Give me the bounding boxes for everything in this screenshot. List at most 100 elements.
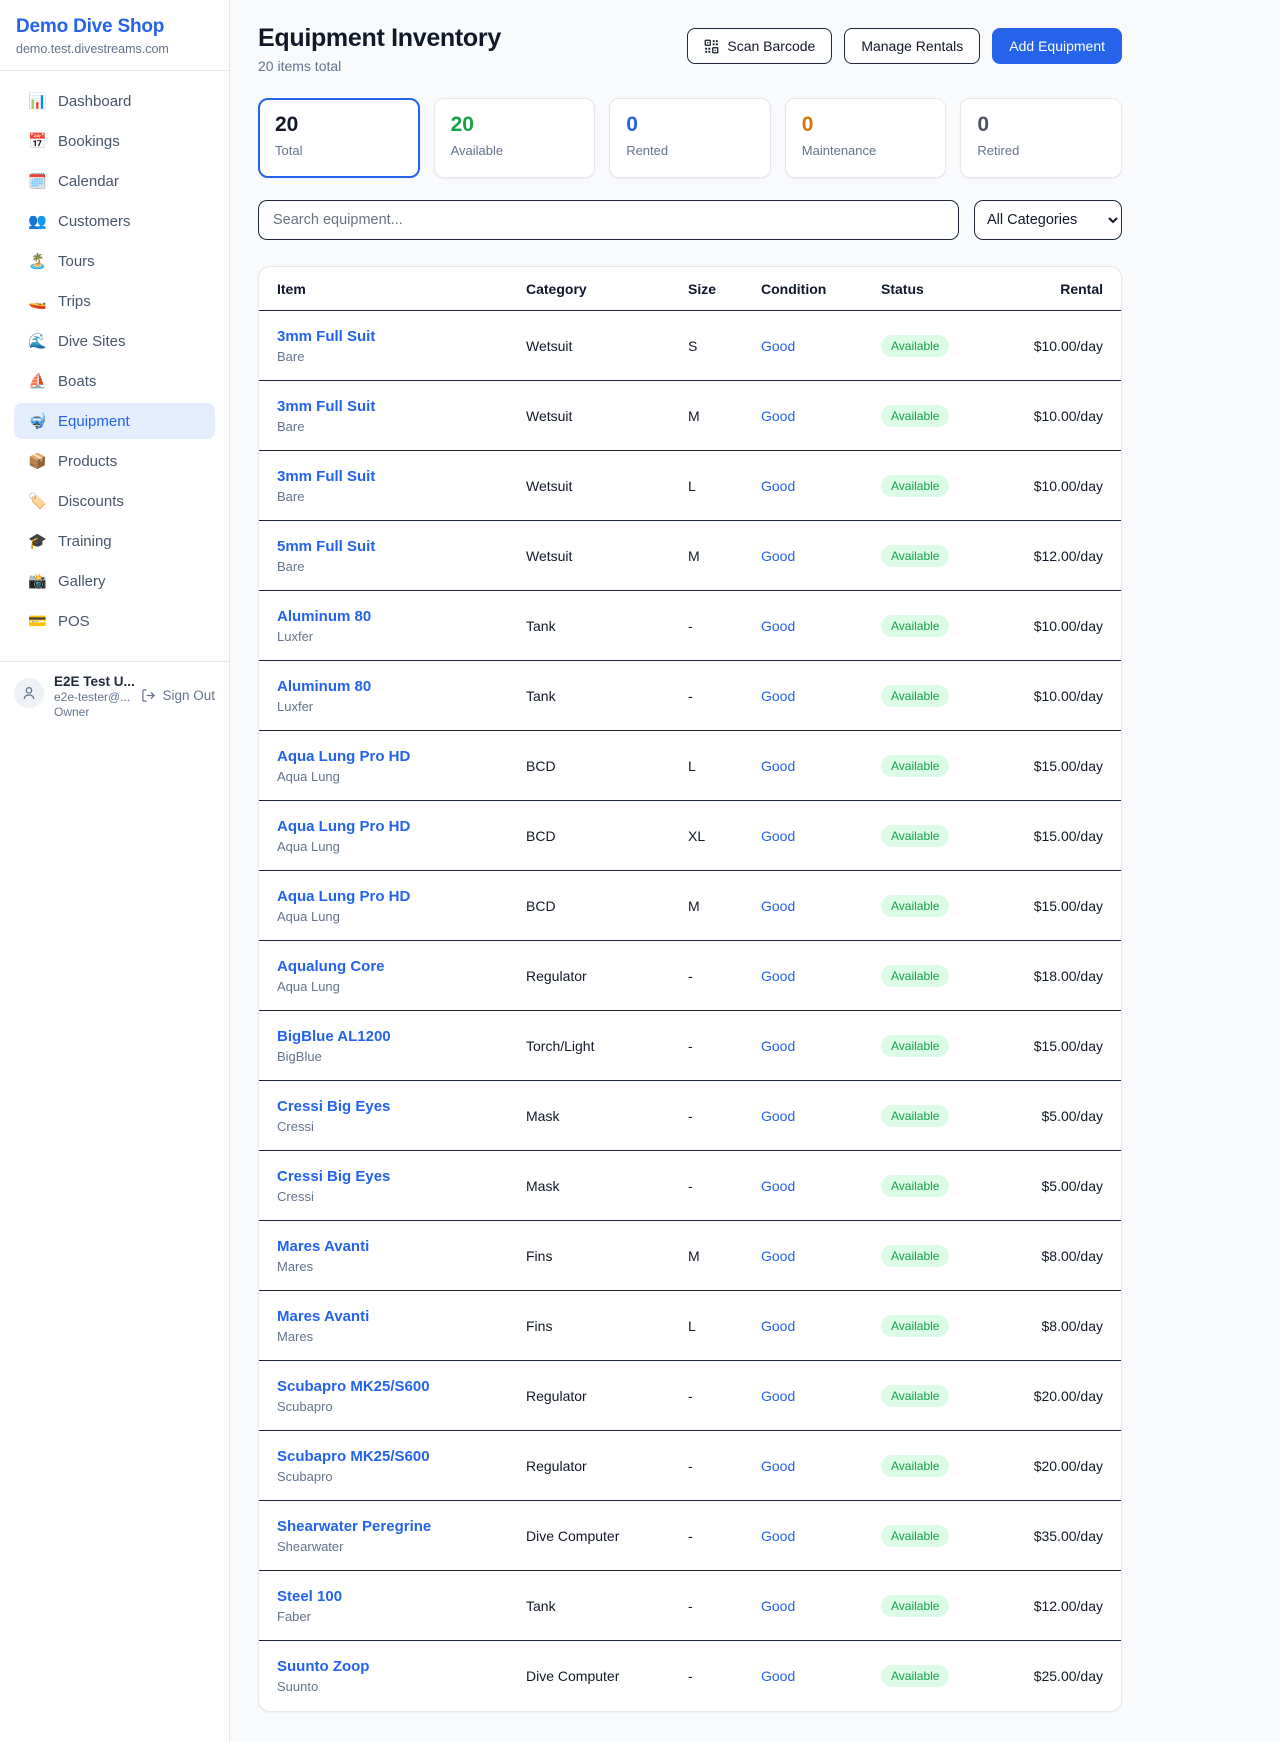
item-name-link[interactable]: Aluminum 80 xyxy=(277,608,526,625)
category-select[interactable]: All Categories xyxy=(974,200,1122,240)
sidebar-item-equipment[interactable]: 🤿 Equipment xyxy=(14,403,215,439)
item-condition-link[interactable]: Good xyxy=(761,1178,881,1194)
item-condition-link[interactable]: Good xyxy=(761,1598,881,1614)
table-row[interactable]: Mares Avanti Mares Fins L Good Available… xyxy=(259,1291,1121,1361)
table-row[interactable]: Shearwater Peregrine Shearwater Dive Com… xyxy=(259,1501,1121,1571)
item-category: Dive Computer xyxy=(526,1528,688,1544)
sidebar-item-boats[interactable]: ⛵ Boats xyxy=(14,363,215,399)
user-info: E2E Test U... e2e-tester@... Owner xyxy=(54,674,131,719)
item-name-link[interactable]: Aqua Lung Pro HD xyxy=(277,888,526,905)
scan-barcode-button[interactable]: Scan Barcode xyxy=(687,28,832,64)
item-name-link[interactable]: 3mm Full Suit xyxy=(277,328,526,345)
table-row[interactable]: Aluminum 80 Luxfer Tank - Good Available… xyxy=(259,661,1121,731)
item-condition-link[interactable]: Good xyxy=(761,758,881,774)
stat-card-maintenance[interactable]: 0 Maintenance xyxy=(785,98,947,178)
status-badge: Available xyxy=(881,1665,949,1687)
item-condition-link[interactable]: Good xyxy=(761,548,881,564)
item-name-link[interactable]: Aqua Lung Pro HD xyxy=(277,748,526,765)
item-name-link[interactable]: Aqua Lung Pro HD xyxy=(277,818,526,835)
table-row[interactable]: Scubapro MK25/S600 Scubapro Regulator - … xyxy=(259,1431,1121,1501)
sidebar-item-customers[interactable]: 👥 Customers xyxy=(14,203,215,239)
item-condition-link[interactable]: Good xyxy=(761,828,881,844)
sidebar-item-pos[interactable]: 💳 POS xyxy=(14,603,215,639)
table-row[interactable]: BigBlue AL1200 BigBlue Torch/Light - Goo… xyxy=(259,1011,1121,1081)
table-row[interactable]: 3mm Full Suit Bare Wetsuit L Good Availa… xyxy=(259,451,1121,521)
item-name-link[interactable]: Mares Avanti xyxy=(277,1238,526,1255)
sidebar: Demo Dive Shop demo.test.divestreams.com… xyxy=(0,0,230,1742)
item-condition-link[interactable]: Good xyxy=(761,1038,881,1054)
table-row[interactable]: Cressi Big Eyes Cressi Mask - Good Avail… xyxy=(259,1151,1121,1221)
sidebar-item-tours[interactable]: 🏝️ Tours xyxy=(14,243,215,279)
table-row[interactable]: Steel 100 Faber Tank - Good Available $1… xyxy=(259,1571,1121,1641)
item-condition-link[interactable]: Good xyxy=(761,1458,881,1474)
item-brand: Luxfer xyxy=(277,629,526,644)
sidebar-item-products[interactable]: 📦 Products xyxy=(14,443,215,479)
table-row[interactable]: Aqua Lung Pro HD Aqua Lung BCD L Good Av… xyxy=(259,731,1121,801)
sidebar-item-trips[interactable]: 🚤 Trips xyxy=(14,283,215,319)
table-row[interactable]: Cressi Big Eyes Cressi Mask - Good Avail… xyxy=(259,1081,1121,1151)
table-row[interactable]: Mares Avanti Mares Fins M Good Available… xyxy=(259,1221,1121,1291)
manage-rentals-button[interactable]: Manage Rentals xyxy=(844,28,980,64)
item-name-link[interactable]: Steel 100 xyxy=(277,1588,526,1605)
table-row[interactable]: Aqua Lung Pro HD Aqua Lung BCD XL Good A… xyxy=(259,801,1121,871)
sidebar-item-training[interactable]: 🎓 Training xyxy=(14,523,215,559)
item-name-link[interactable]: Mares Avanti xyxy=(277,1308,526,1325)
table-row[interactable]: Aqualung Core Aqua Lung Regulator - Good… xyxy=(259,941,1121,1011)
add-equipment-button[interactable]: Add Equipment xyxy=(992,28,1122,64)
item-condition-link[interactable]: Good xyxy=(761,478,881,494)
item-name-link[interactable]: 5mm Full Suit xyxy=(277,538,526,555)
item-category: Fins xyxy=(526,1248,688,1264)
item-condition-link[interactable]: Good xyxy=(761,408,881,424)
sign-out-button[interactable]: Sign Out xyxy=(141,688,215,703)
item-condition-link[interactable]: Good xyxy=(761,1248,881,1264)
item-condition-link[interactable]: Good xyxy=(761,688,881,704)
item-name-link[interactable]: Aqualung Core xyxy=(277,958,526,975)
item-condition-link[interactable]: Good xyxy=(761,1108,881,1124)
table-row[interactable]: Aluminum 80 Luxfer Tank - Good Available… xyxy=(259,591,1121,661)
search-input[interactable] xyxy=(258,200,959,240)
item-rental-rate: $15.00/day xyxy=(1031,898,1103,914)
table-row[interactable]: Scubapro MK25/S600 Scubapro Regulator - … xyxy=(259,1361,1121,1431)
item-name-link[interactable]: Scubapro MK25/S600 xyxy=(277,1448,526,1465)
table-header-row: Item Category Size Condition Status Rent… xyxy=(259,267,1121,311)
item-brand: Bare xyxy=(277,419,526,434)
table-row[interactable]: Suunto Zoop Suunto Dive Computer - Good … xyxy=(259,1641,1121,1711)
item-name-link[interactable]: 3mm Full Suit xyxy=(277,398,526,415)
item-condition-link[interactable]: Good xyxy=(761,1528,881,1544)
stat-label: Retired xyxy=(977,143,1105,158)
item-name-link[interactable]: 3mm Full Suit xyxy=(277,468,526,485)
sidebar-item-bookings[interactable]: 📅 Bookings xyxy=(14,123,215,159)
item-condition-link[interactable]: Good xyxy=(761,618,881,634)
stat-card-rented[interactable]: 0 Rented xyxy=(609,98,771,178)
item-name-link[interactable]: Shearwater Peregrine xyxy=(277,1518,526,1535)
item-condition-link[interactable]: Good xyxy=(761,968,881,984)
item-condition-link[interactable]: Good xyxy=(761,898,881,914)
sidebar-item-gallery[interactable]: 📸 Gallery xyxy=(14,563,215,599)
item-name-link[interactable]: Scubapro MK25/S600 xyxy=(277,1378,526,1395)
item-name-link[interactable]: Cressi Big Eyes xyxy=(277,1098,526,1115)
stat-card-available[interactable]: 20 Available xyxy=(434,98,596,178)
item-name-link[interactable]: Suunto Zoop xyxy=(277,1658,526,1675)
stat-card-total[interactable]: 20 Total xyxy=(258,98,420,178)
table-row[interactable]: 3mm Full Suit Bare Wetsuit M Good Availa… xyxy=(259,381,1121,451)
sidebar-item-discounts[interactable]: 🏷️ Discounts xyxy=(14,483,215,519)
status-badge: Available xyxy=(881,1245,949,1267)
stat-card-retired[interactable]: 0 Retired xyxy=(960,98,1122,178)
item-name-link[interactable]: Aluminum 80 xyxy=(277,678,526,695)
item-name-link[interactable]: Cressi Big Eyes xyxy=(277,1168,526,1185)
table-row[interactable]: 5mm Full Suit Bare Wetsuit M Good Availa… xyxy=(259,521,1121,591)
sidebar-item-dashboard[interactable]: 📊 Dashboard xyxy=(14,83,215,119)
sidebar-item-dive-sites[interactable]: 🌊 Dive Sites xyxy=(14,323,215,359)
item-rental-rate: $35.00/day xyxy=(1031,1528,1103,1544)
item-condition-link[interactable]: Good xyxy=(761,1668,881,1684)
table-row[interactable]: 3mm Full Suit Bare Wetsuit S Good Availa… xyxy=(259,311,1121,381)
item-condition-link[interactable]: Good xyxy=(761,338,881,354)
item-condition-link[interactable]: Good xyxy=(761,1388,881,1404)
brand-header: Demo Dive Shop demo.test.divestreams.com xyxy=(0,0,229,71)
page-header: Equipment Inventory 20 items total xyxy=(258,24,1122,74)
item-rental-rate: $5.00/day xyxy=(1031,1178,1103,1194)
sidebar-item-calendar[interactable]: 🗓️ Calendar xyxy=(14,163,215,199)
table-row[interactable]: Aqua Lung Pro HD Aqua Lung BCD M Good Av… xyxy=(259,871,1121,941)
item-condition-link[interactable]: Good xyxy=(761,1318,881,1334)
item-name-link[interactable]: BigBlue AL1200 xyxy=(277,1028,526,1045)
